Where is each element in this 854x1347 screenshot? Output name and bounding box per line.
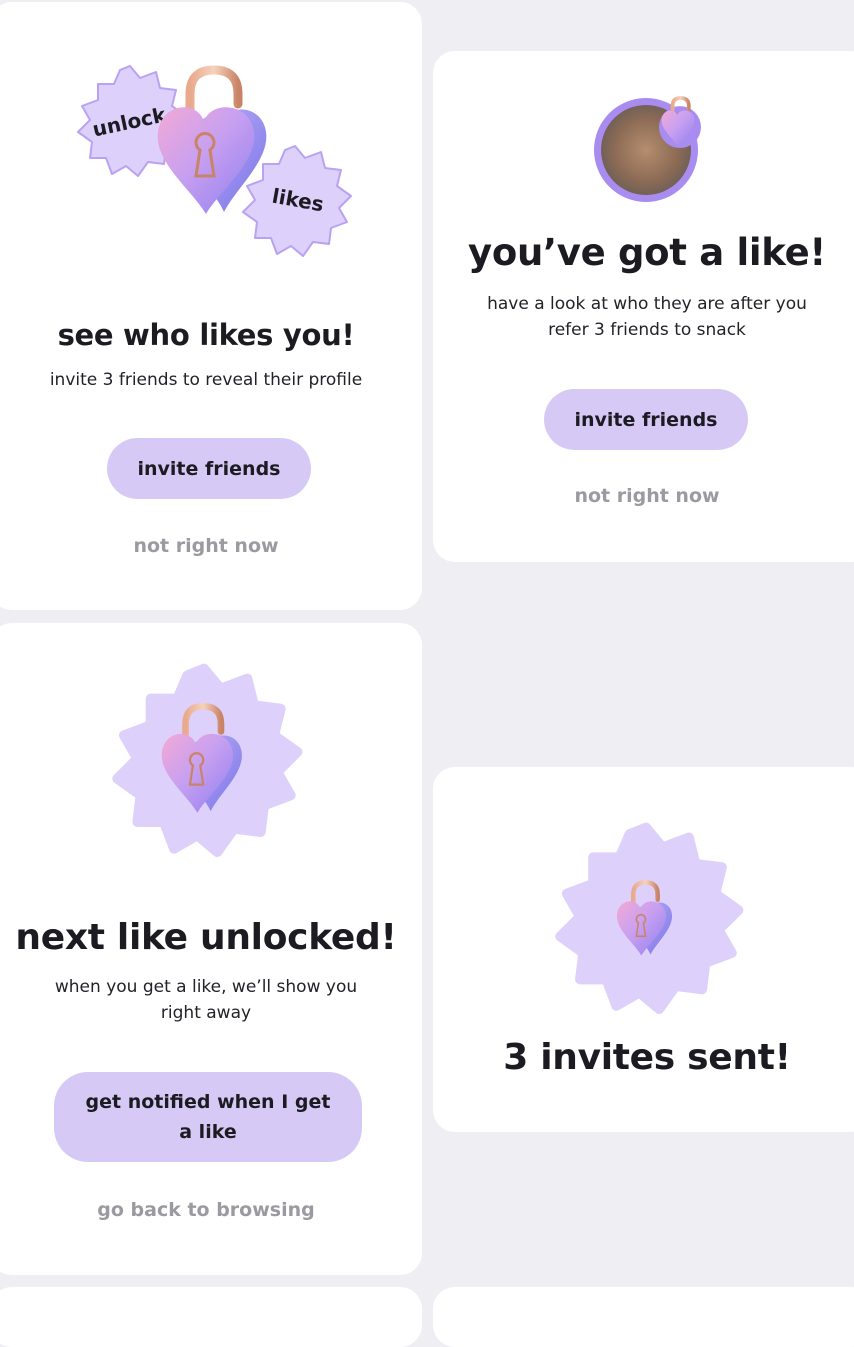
go-back-to-browsing-link[interactable]: go back to browsing: [0, 1199, 422, 1221]
card-got-like-subtitle-1: have a look at who they are after you: [487, 294, 807, 314]
small-heart-lock-icon: [659, 96, 701, 149]
get-notified-label-1: get notified when I get: [85, 1091, 331, 1113]
card-see-who-title: see who likes you!: [57, 318, 355, 352]
card-partial-right: [433, 1287, 854, 1347]
card-see-who-likes: unlock likes see who likes you! invite 3…: [0, 2, 422, 610]
invite-friends-button[interactable]: invite friends: [544, 389, 748, 450]
card-invites-sent: 3 invites sent!: [433, 767, 854, 1132]
get-notified-button[interactable]: get notified when I get a like: [54, 1072, 362, 1162]
card-next-like-unlocked: next like unlocked! when you get a like,…: [0, 623, 422, 1275]
heart-lock-icon: [157, 65, 267, 214]
card-next-like-title: next like unlocked!: [15, 917, 397, 958]
not-right-now-link[interactable]: not right now: [0, 535, 422, 557]
card-got-like-subtitle-2: refer 3 friends to snack: [548, 320, 746, 340]
heart-lock-icon: [161, 703, 242, 813]
card-next-like-subtitle-2: right away: [160, 1003, 252, 1023]
card-invites-sent-title: 3 invites sent!: [503, 1037, 791, 1078]
card-next-like-subtitle-1: when you get a like, we’ll show you: [54, 977, 358, 997]
not-right-now-link[interactable]: not right now: [433, 485, 854, 507]
card-got-like-title: you’ve got a like!: [468, 231, 826, 274]
invite-friends-button[interactable]: invite friends: [107, 438, 311, 499]
heart-lock-icon: [616, 880, 673, 956]
card-see-who-subtitle: invite 3 friends to reveal their profile: [49, 370, 363, 390]
card-got-a-like: you’ve got a like! have a look at who th…: [433, 51, 854, 562]
get-notified-label-2: a like: [179, 1121, 237, 1143]
card-partial-left: [0, 1287, 422, 1347]
